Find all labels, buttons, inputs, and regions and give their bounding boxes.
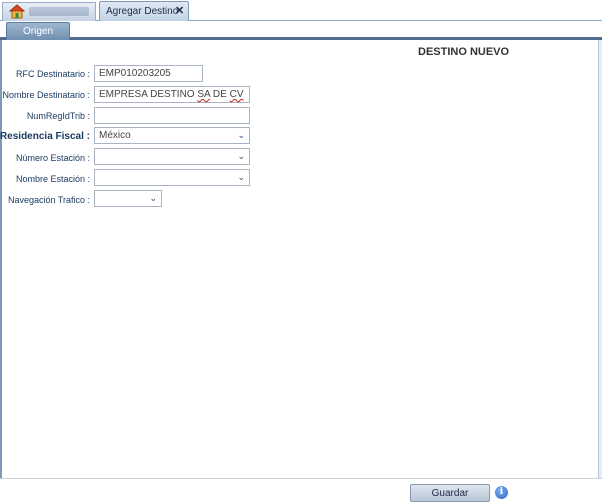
navegacion-trafico-select[interactable]: ⌄ [94,190,162,207]
chevron-down-icon: ⌄ [149,193,157,203]
tab-agregar-destino[interactable]: Agregar Destino ✕ [99,1,189,21]
chevron-down-icon: ⌄ [237,151,245,161]
nombre-estacion-select[interactable]: ⌄ [94,169,250,186]
home-icon [9,4,25,19]
tab-home-label-bar [29,7,89,16]
tab-origen[interactable]: Origen [6,22,70,40]
numero-estacion-label: Número Estación : [15,153,90,163]
page-title: DESTINO NUEVO [418,46,510,58]
tab-origen-label: Origen [22,26,53,37]
rfc-label: RFC Destinatario : [15,69,90,79]
info-icon[interactable]: i [495,486,508,499]
nombre-destinatario-label: Nombre Destinatario : [2,90,90,100]
frame-right-scrollbar[interactable] [598,40,602,480]
nombre-destinatario-input[interactable]: EMPRESA DESTINO SA DE CV [94,86,250,103]
chevron-down-icon: ⌄ [237,172,245,182]
footer-bar [0,478,602,503]
tab-home[interactable] [2,2,96,21]
nombre-value-prefix: EMPRESA DESTINO [99,89,198,100]
sub-tab-bar: Origen [0,21,602,40]
chevron-down-icon: ⌄ [237,130,245,140]
nombre-estacion-label: Nombre Estación : [15,174,90,184]
nombre-value-cv: CV [229,89,244,100]
save-button[interactable]: Guardar [410,484,490,502]
nombre-value-de: DE [210,89,230,100]
frame-left-border [0,40,2,480]
residencia-fiscal-value: México [99,130,131,141]
tab-bar: Agregar Destino ✕ [0,0,602,21]
numero-estacion-select[interactable]: ⌄ [94,148,250,165]
residencia-fiscal-select[interactable]: México ⌄ [94,127,250,144]
numregidtrib-input[interactable] [94,107,250,124]
nombre-value-sa: SA [197,89,211,100]
residencia-fiscal-label: Residencia Fiscal : [0,131,90,142]
rfc-input[interactable]: EMP010203205 [94,65,203,82]
numregidtrib-label: NumRegIdTrib : [26,111,90,121]
navegacion-trafico-label: Navegación Trafico : [7,195,90,205]
tab-agregar-destino-label: Agregar Destino [106,6,179,17]
close-icon[interactable]: ✕ [175,4,184,17]
